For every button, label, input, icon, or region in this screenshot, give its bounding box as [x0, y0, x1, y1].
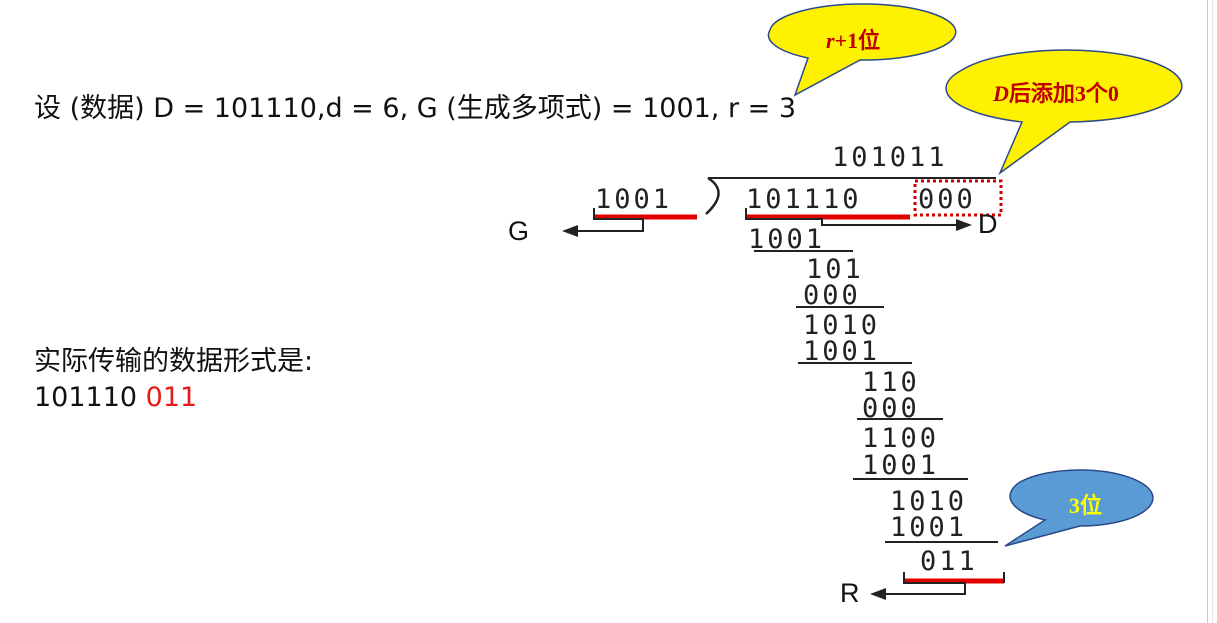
step-row: 1001 [803, 336, 881, 367]
label-d: D [978, 209, 998, 239]
step-row: 1001 [890, 512, 968, 543]
d-arrow-head [956, 219, 972, 231]
step-row: 1001 [862, 450, 940, 481]
label-g: G [508, 216, 530, 246]
callout-append-zeros [945, 49, 1183, 176]
quotient: 101011 [832, 142, 948, 173]
callout-d-rest: 后添加3个0 [1008, 81, 1119, 106]
r-arrow-head [870, 588, 886, 600]
label-r: R [840, 578, 860, 608]
step-row: 101 [806, 254, 864, 285]
result-crc-part: 011 [145, 382, 198, 413]
result-caption: 实际传输的数据形式是: [34, 346, 314, 377]
problem-parameters: 设 (数据) D = 101110,d = 6, G (生成多项式) = 100… [34, 93, 797, 124]
dividend-zeros: 000 [918, 184, 976, 215]
callout-r-var: r [826, 28, 835, 53]
step-row: 011 [920, 546, 978, 577]
step-row: 000 [803, 280, 861, 311]
result-value: 101110 011 [34, 384, 197, 411]
result-data-part: 101110 [34, 382, 138, 413]
step-row: 1001 [748, 224, 826, 255]
step-row: 1010 [803, 310, 881, 341]
callout-append-zeros-text: D后添加3个0 [993, 76, 1119, 108]
dividend-data: 101110 [746, 184, 862, 215]
callout-r-rest: +1位 [834, 28, 881, 53]
step-row: 1010 [890, 486, 968, 517]
callout-d-var: D [993, 81, 1009, 106]
division-bracket [705, 176, 720, 215]
callout-r-plus-1-text: r+1位 [826, 23, 880, 55]
callout-three-bits-text: 3位 [1069, 493, 1103, 518]
step-row: 000 [862, 393, 920, 424]
step-row: 110 [862, 367, 920, 398]
g-arrow-head [562, 225, 578, 237]
divisor: 1001 [595, 184, 673, 215]
step-row: 1100 [862, 423, 940, 454]
